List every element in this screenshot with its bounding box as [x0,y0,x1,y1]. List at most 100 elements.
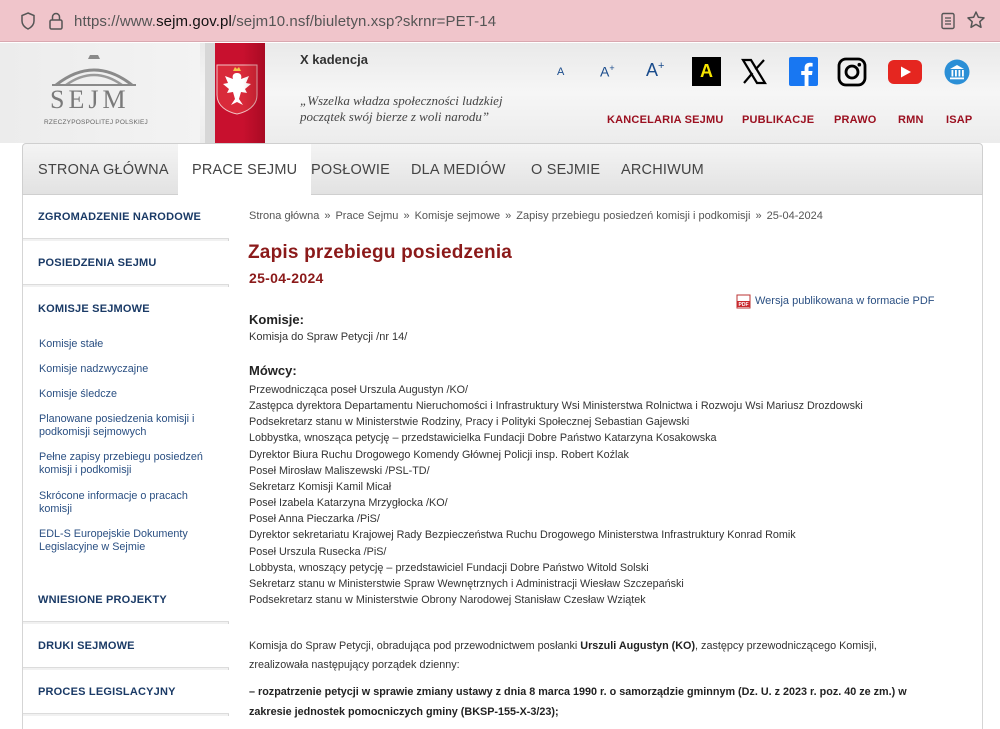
breadcrumb-separator: » [505,210,512,222]
speaker-item: Poseł Mirosław Maliszewski /PSL-TD/ [249,464,430,477]
pdf-icon: PDF [736,294,751,309]
url-domain: sejm.gov.pl [156,13,232,30]
term-label: X kadencja [300,52,368,67]
high-contrast-button[interactable]: A [692,57,721,86]
sidebar-item-proces[interactable]: PROCES LEGISLACYJNY [23,670,229,714]
nav-prace-sejmu[interactable]: PRACE SEJMU [178,144,312,196]
link-rmn[interactable]: RMN [898,114,924,126]
reader-view-icon[interactable] [940,12,956,30]
sidebar-item-posiedzenia[interactable]: POSIEDZENIA SEJMU [23,241,229,285]
sidebar-sub-planowane[interactable]: Planowane posiedzenia komisji i podkomis… [39,413,219,439]
nav-archiwum[interactable]: ARCHIWUM [621,144,704,194]
sidebar-sub-pelne-zapisy[interactable]: Pełne zapisy przebiegu posiedzeń komisji… [39,451,219,477]
breadcrumb-separator: » [755,210,762,222]
font-size-small-label: A [557,66,565,78]
link-kancelaria[interactable]: KANCELARIA SEJMU [607,114,723,126]
motto-line-2: początek swój bierze z woli narodu” [300,109,490,124]
high-contrast-label: A [700,61,713,81]
agenda-item: – rozpatrzenie petycji w sprawie zmiany … [249,686,907,718]
breadcrumb-prace-sejmu[interactable]: Prace Sejmu [335,210,398,222]
sidebar-sub-edl-s[interactable]: EDL-S Europejskie Dokumenty Legislacyjne… [39,528,219,554]
lock-icon[interactable] [48,11,64,31]
sidebar-item-wniesione[interactable]: WNIESIONE PROJEKTY [23,578,229,622]
sidebar-section-komisje: KOMISJE SEJMOWE Komisje stałe Komisje na… [23,287,229,589]
speaker-item: Sekretarz stanu w Ministerstwie Spraw We… [249,577,684,590]
chair-name: Urszuli Augustyn (KO) [580,640,696,652]
meeting-date: 25-04-2024 [249,270,324,286]
flag-banner [205,43,265,143]
font-size-medium-button[interactable]: A+ [600,63,615,80]
sejm-logo[interactable]: SEJM RZECZYPOSPOLITEJ POLSKIEJ [44,51,148,131]
x-twitter-icon[interactable] [740,57,768,86]
breadcrumb-separator: » [403,210,410,222]
font-size-large-plus: + [658,60,665,72]
nav-dla-mediow[interactable]: DLA MEDIÓW [411,144,506,194]
font-size-large-button[interactable]: A+ [646,60,664,81]
url-text[interactable]: https://www.sejm.gov.pl/sejm10.nsf/biule… [74,13,496,30]
parliament-dome-icon [52,55,136,87]
sidebar-sub-komisje-sledcze[interactable]: Komisje śledcze [39,388,219,401]
main-content: Strona główna » Prace Sejmu » Komisje sejmow… [230,195,983,729]
nav-poslowie[interactable]: POSŁOWIE [311,144,390,194]
komisje-heading: Komisje: [249,312,304,327]
link-isap[interactable]: ISAP [946,114,972,126]
link-prawo[interactable]: PRAWO [834,114,877,126]
flag-shadow [243,43,265,143]
pdf-icon-label: PDF [739,302,749,308]
nav-strona-glowna[interactable]: STRONA GŁÓWNA [38,144,169,194]
facebook-icon[interactable] [789,57,818,86]
sidebar-item-zgromadzenie[interactable]: ZGROMADZENIE NARODOWE [23,195,229,239]
sidebar-item-komisje[interactable]: KOMISJE SEJMOWE [38,303,150,315]
nav-o-sejmie[interactable]: O SEJMIE [531,144,600,194]
komisja-name: Komisja do Spraw Petycji /nr 14/ [249,331,408,343]
youtube-icon[interactable] [888,60,922,84]
speaker-item: Podsekretarz stanu w Ministerstwie Obron… [249,594,646,607]
url-path: /sejm10.nsf/biuletyn.xsp?skrnr=PET-14 [231,13,497,30]
speaker-item: Poseł Izabela Katarzyna Mrzygłocka /KO/ [249,497,448,510]
sidebar-item-next [23,716,229,729]
speaker-item: Podsekretarz stanu w Ministerstwie Rodzi… [249,416,690,429]
sidebar-item-label: PROCES LEGISLACYJNY [38,686,176,698]
instagram-icon[interactable] [837,57,867,87]
link-publikacje[interactable]: PUBLIKACJE [742,114,814,126]
shield-icon[interactable] [20,12,36,30]
speakers-list: Przewodnicząca poseł Urszula Augustyn /K… [249,382,863,608]
sidebar-sub-komisje-nadzwyczajne[interactable]: Komisje nadzwyczajne [39,363,219,376]
logo-subtext: RZECZYPOSPOLITEJ POLSKIEJ [44,119,148,126]
speaker-item: Sekretarz Komisji Kamil Micał [249,480,392,493]
breadcrumb-current: 25-04-2024 [766,210,823,222]
flag-white-stripe [205,43,215,143]
url-prefix: https://www. [74,13,157,30]
sidebar-sub-skrocone[interactable]: Skrócone informacje o pracach komisji [39,490,219,516]
breadcrumb-separator: » [324,210,331,222]
breadcrumb-zapisy[interactable]: Zapisy przebiegu posiedzeń komisji i pod… [516,210,750,222]
sidebar-item-druki[interactable]: DRUKI SEJMOWE [23,624,229,668]
bookmark-star-icon[interactable] [966,10,986,30]
speaker-item: Lobbysta, wnoszący petycję – przedstawic… [249,561,649,574]
sidebar: ZGROMADZENIE NARODOWE POSIEDZENIA SEJMU … [22,195,229,729]
breadcrumb-home[interactable]: Strona główna [249,210,319,222]
sidebar-item-label: ZGROMADZENIE NARODOWE [38,211,202,223]
summary-text-1: Komisja do Spraw Petycji, obradująca pod… [249,640,581,652]
sidebar-item-label: WNIESIONE PROJEKTY [38,594,167,606]
motto-line-1: „Wszelka władza społeczności ludzkiej [300,93,503,108]
breadcrumb: Strona główna » Prace Sejmu » Komisje sejmow… [249,210,823,222]
main-navigation: STRONA GŁÓWNA PRACE SEJMU POSŁOWIE DLA M… [22,143,983,196]
sidebar-sub-komisje-stale[interactable]: Komisje stałe [39,338,219,351]
mowcy-heading: Mówcy: [249,363,297,378]
page-title: Zapis przebiegu posiedzenia [248,242,513,263]
speaker-item: Zastępca dyrektora Departamentu Nierucho… [249,400,863,413]
speaker-item: Poseł Anna Pieczarka /PiS/ [249,513,380,526]
pdf-link-label: Wersja publikowana w formacie PDF [755,295,935,307]
breadcrumb-komisje[interactable]: Komisje sejmowe [415,210,501,222]
speaker-item: Przewodnicząca poseł Urszula Augustyn /K… [249,384,469,396]
browser-url-bar[interactable]: https://www.sejm.gov.pl/sejm10.nsf/biule… [0,0,1000,42]
logo-text: SEJM [50,85,130,114]
font-size-medium-label: A [600,63,610,80]
speaker-item: Dyrektor Biura Ruchu Drogowego Komendy G… [249,448,629,461]
summary-paragraph: Komisja do Spraw Petycji, obradująca pod… [249,637,929,675]
institution-icon[interactable] [944,59,970,85]
font-size-small-button[interactable]: A [557,66,564,78]
speaker-item: Lobbystka, wnosząca petycję – przedstawi… [249,432,717,445]
speaker-item: Dyrektor sekretariatu Krajowej Rady Bezp… [249,529,796,542]
